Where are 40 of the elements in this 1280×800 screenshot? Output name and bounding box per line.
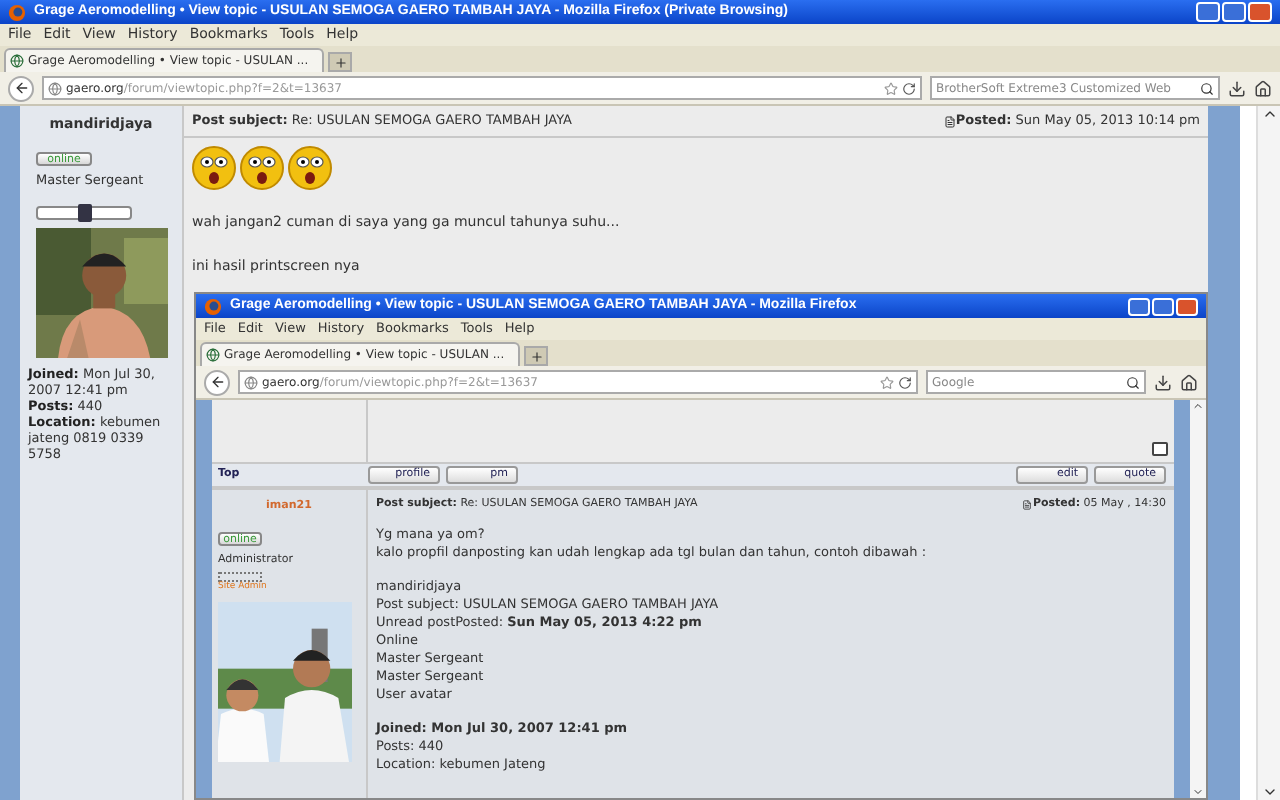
bookmark-star-icon[interactable]: [884, 81, 898, 95]
site-icon: [10, 54, 24, 68]
shocked-smiley-icon: [192, 146, 236, 190]
globe-icon: [48, 81, 62, 95]
new-tab-button[interactable]: [524, 346, 548, 366]
home-icon[interactable]: [1180, 373, 1198, 391]
plus-icon: [333, 55, 347, 69]
scroll-up-icon[interactable]: [1261, 106, 1277, 122]
new-tab-button[interactable]: [328, 52, 352, 72]
browser-logo-icon: [204, 297, 222, 315]
scrollbar[interactable]: [1256, 106, 1280, 800]
browser-logo-icon: [8, 3, 26, 21]
minimize-button[interactable]: [1128, 297, 1150, 315]
document-icon: [943, 115, 956, 127]
download-icon[interactable]: [1228, 79, 1246, 97]
download-icon[interactable]: [1154, 373, 1172, 391]
plus-icon: [529, 349, 543, 363]
maximize-button[interactable]: [1222, 2, 1246, 22]
globe-icon: [244, 375, 258, 389]
back-button[interactable]: [8, 75, 34, 101]
shocked-smiley-icon: [288, 146, 332, 190]
scroll-down-icon[interactable]: [1261, 784, 1277, 800]
document-icon: [1022, 500, 1033, 510]
search-icon[interactable]: [1200, 81, 1214, 95]
back-arrow-icon: [209, 374, 225, 390]
home-icon[interactable]: [1254, 79, 1272, 97]
shocked-smiley-icon: [240, 146, 284, 190]
close-button[interactable]: [1176, 297, 1198, 315]
report-icon[interactable]: [1152, 442, 1168, 456]
reload-icon[interactable]: [898, 375, 912, 389]
back-button[interactable]: [204, 369, 230, 395]
search-icon[interactable]: [1126, 375, 1140, 389]
back-arrow-icon: [13, 80, 29, 96]
reload-icon[interactable]: [902, 81, 916, 95]
site-icon: [206, 348, 220, 362]
maximize-button[interactable]: [1152, 297, 1174, 315]
bookmark-star-icon[interactable]: [880, 375, 894, 389]
minimize-button[interactable]: [1196, 2, 1220, 22]
rank-badge: [36, 206, 132, 221]
close-button[interactable]: [1248, 2, 1272, 22]
